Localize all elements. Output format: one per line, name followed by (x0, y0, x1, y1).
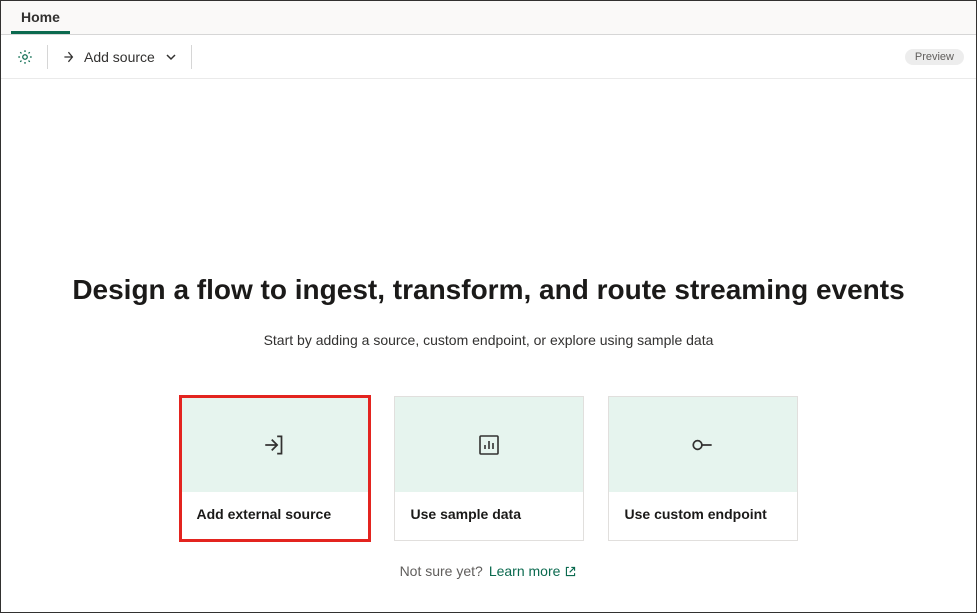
footer-prompt: Not sure yet? (400, 563, 483, 579)
tab-home-label: Home (21, 9, 60, 25)
endpoint-icon (690, 432, 716, 458)
toolbar: Add source Preview (1, 35, 976, 79)
toolbar-divider (47, 45, 48, 69)
card-label: Use custom endpoint (609, 492, 797, 540)
arrow-into-bracket-icon (262, 432, 288, 458)
bar-chart-icon (477, 433, 501, 457)
option-cards: Add external source Use sample data Use … (180, 396, 798, 541)
page-heading: Design a flow to ingest, transform, and … (72, 274, 904, 306)
tab-home[interactable]: Home (11, 1, 70, 34)
add-source-button[interactable]: Add source (56, 45, 183, 69)
add-source-label: Add source (84, 49, 155, 65)
page-subheading: Start by adding a source, custom endpoin… (264, 332, 714, 348)
add-source-icon (62, 49, 78, 65)
toolbar-divider-2 (191, 45, 192, 69)
card-label: Add external source (181, 492, 369, 540)
preview-badge: Preview (905, 49, 964, 65)
preview-badge-label: Preview (915, 51, 954, 63)
gear-icon (16, 48, 34, 66)
card-label: Use sample data (395, 492, 583, 540)
chevron-down-icon (165, 51, 177, 63)
settings-button[interactable] (11, 43, 39, 71)
card-icon-area (181, 397, 369, 492)
learn-more-label: Learn more (489, 563, 561, 579)
card-use-sample-data[interactable]: Use sample data (394, 396, 584, 541)
external-link-icon (564, 565, 577, 578)
ribbon-tabs: Home (1, 1, 976, 35)
card-icon-area (609, 397, 797, 492)
card-icon-area (395, 397, 583, 492)
card-add-external-source[interactable]: Add external source (180, 396, 370, 541)
card-use-custom-endpoint[interactable]: Use custom endpoint (608, 396, 798, 541)
main-content: Design a flow to ingest, transform, and … (1, 79, 976, 579)
footer-hint: Not sure yet? Learn more (400, 563, 578, 579)
learn-more-link[interactable]: Learn more (489, 563, 578, 579)
